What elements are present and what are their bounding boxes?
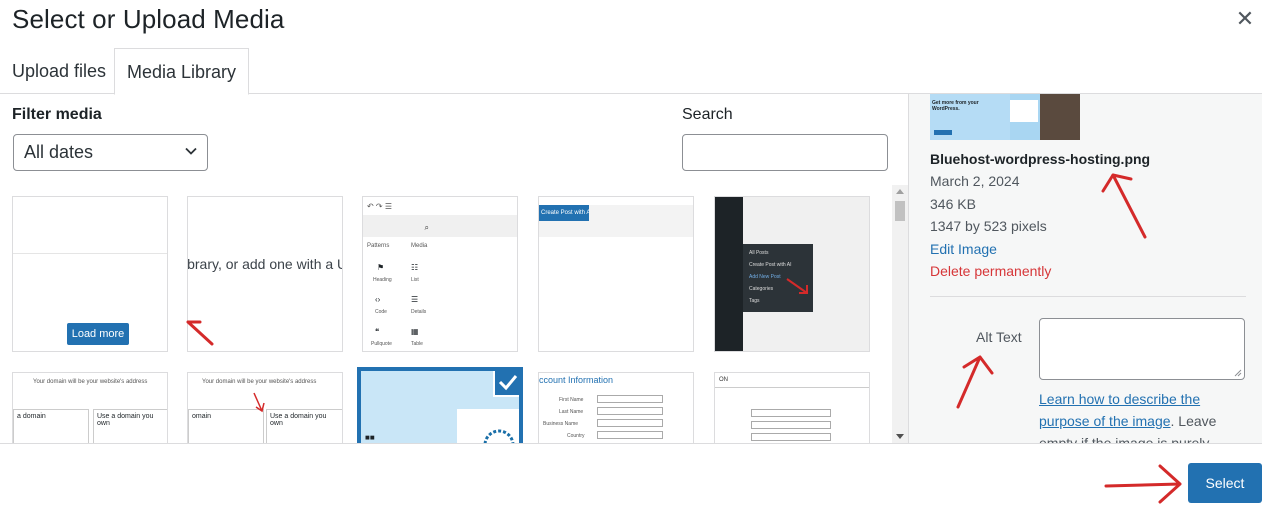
scroll-down-icon[interactable]	[896, 434, 904, 439]
media-item[interactable]: ccount Information First Name Last Name …	[538, 372, 694, 443]
filter-media-label: Filter media	[12, 106, 102, 123]
media-snippet-text: Use a domain you own	[270, 413, 327, 427]
menu-item: All Posts	[749, 250, 769, 256]
block-label: Heading	[373, 277, 392, 283]
form-field-label: Country	[567, 433, 585, 439]
chevron-down-icon	[185, 147, 197, 155]
grid-scrollbar[interactable]	[892, 185, 908, 443]
media-snippet-text: a domain	[17, 413, 46, 420]
file-date: March 2, 2024	[930, 173, 1020, 189]
date-filter-select[interactable]: All dates	[13, 134, 208, 171]
media-snippet-text: Your domain will be your website's addre…	[33, 379, 148, 385]
scroll-up-icon[interactable]	[896, 189, 904, 194]
tab-upload-files[interactable]: Upload files	[0, 48, 118, 94]
menu-item: Tags	[749, 298, 760, 304]
alt-text-field[interactable]	[1039, 318, 1245, 380]
media-item[interactable]: All Posts Create Post with AI Add New Po…	[714, 196, 870, 352]
modal-title: Select or Upload Media	[12, 4, 285, 34]
media-item[interactable]: Load more	[12, 196, 168, 352]
block-label: Table	[411, 341, 423, 347]
menu-item: Create Post with AI	[749, 262, 792, 268]
close-icon[interactable]: ✕	[1234, 6, 1256, 32]
file-name: Bluehost-wordpress-hosting.png	[930, 151, 1151, 167]
form-field-label: First Name	[559, 397, 584, 403]
media-item[interactable]: ON	[714, 372, 870, 443]
attachment-details-panel: Get more from your WordPress. Bluehost-w…	[908, 94, 1262, 443]
scrollbar-thumb[interactable]	[895, 201, 905, 221]
media-snippet-text: ON	[719, 377, 728, 383]
media-item[interactable]: ↶ ↷ ☰ ⌕ Patterns Media ⚑ ☷ Heading List …	[362, 196, 518, 352]
ai-button-preview: Create Post with AI	[539, 205, 589, 221]
block-label: Code	[375, 309, 387, 315]
date-filter-value: All dates	[24, 142, 94, 162]
media-snippet-text: ccount Information	[539, 375, 614, 385]
media-snippet-text: ibrary, or add one with a U	[187, 256, 343, 272]
media-item[interactable]: Create Post with AI	[538, 196, 694, 352]
load-more-preview: Load more	[67, 323, 129, 345]
media-item[interactable]: ibrary, or add one with a U	[187, 196, 343, 352]
select-button[interactable]: Select	[1188, 463, 1262, 503]
checkmark-icon[interactable]	[493, 371, 519, 397]
file-dimensions: 1347 by 523 pixels	[930, 218, 1047, 234]
media-grid: Load more ibrary, or add one with a U ↶ …	[0, 185, 890, 443]
block-label: Patterns	[367, 243, 390, 249]
media-item[interactable]: Your domain will be your website's addre…	[187, 372, 343, 443]
resize-grip-icon[interactable]	[1234, 369, 1242, 377]
file-size: 346 KB	[930, 196, 976, 212]
media-item[interactable]: Your domain will be your website's addre…	[12, 372, 168, 443]
media-snippet-text: Use a domain you own	[97, 413, 154, 427]
attachment-preview: Get more from your WordPress.	[930, 94, 1080, 140]
tab-bar: Upload files Media Library	[0, 48, 1262, 95]
alt-text-label: Alt Text	[976, 329, 1022, 345]
media-snippet-text: Your domain will be your website's addre…	[202, 379, 317, 385]
menu-item: Add New Post	[749, 274, 781, 280]
block-label: Details	[411, 309, 427, 315]
tab-media-library[interactable]: Media Library	[114, 48, 250, 95]
form-field-label: Business Name	[543, 421, 579, 427]
search-input[interactable]	[682, 134, 888, 171]
edit-image-link[interactable]: Edit Image	[930, 241, 997, 257]
block-label: List	[411, 277, 419, 283]
modal-toolbar: Select	[0, 443, 1262, 512]
divider	[930, 296, 1246, 297]
menu-item: Categories	[749, 286, 774, 292]
block-label: Media	[411, 243, 428, 249]
search-label: Search	[682, 106, 733, 123]
alt-text-help: Learn how to describe the purpose of the…	[1039, 388, 1249, 443]
preview-text: Get more from your WordPress.	[932, 100, 979, 112]
form-field-label: Last Name	[559, 409, 584, 415]
delete-permanently-link[interactable]: Delete permanently	[930, 263, 1051, 279]
media-item-selected[interactable]: ■■	[357, 367, 523, 443]
block-label: Pullquote	[371, 341, 392, 347]
